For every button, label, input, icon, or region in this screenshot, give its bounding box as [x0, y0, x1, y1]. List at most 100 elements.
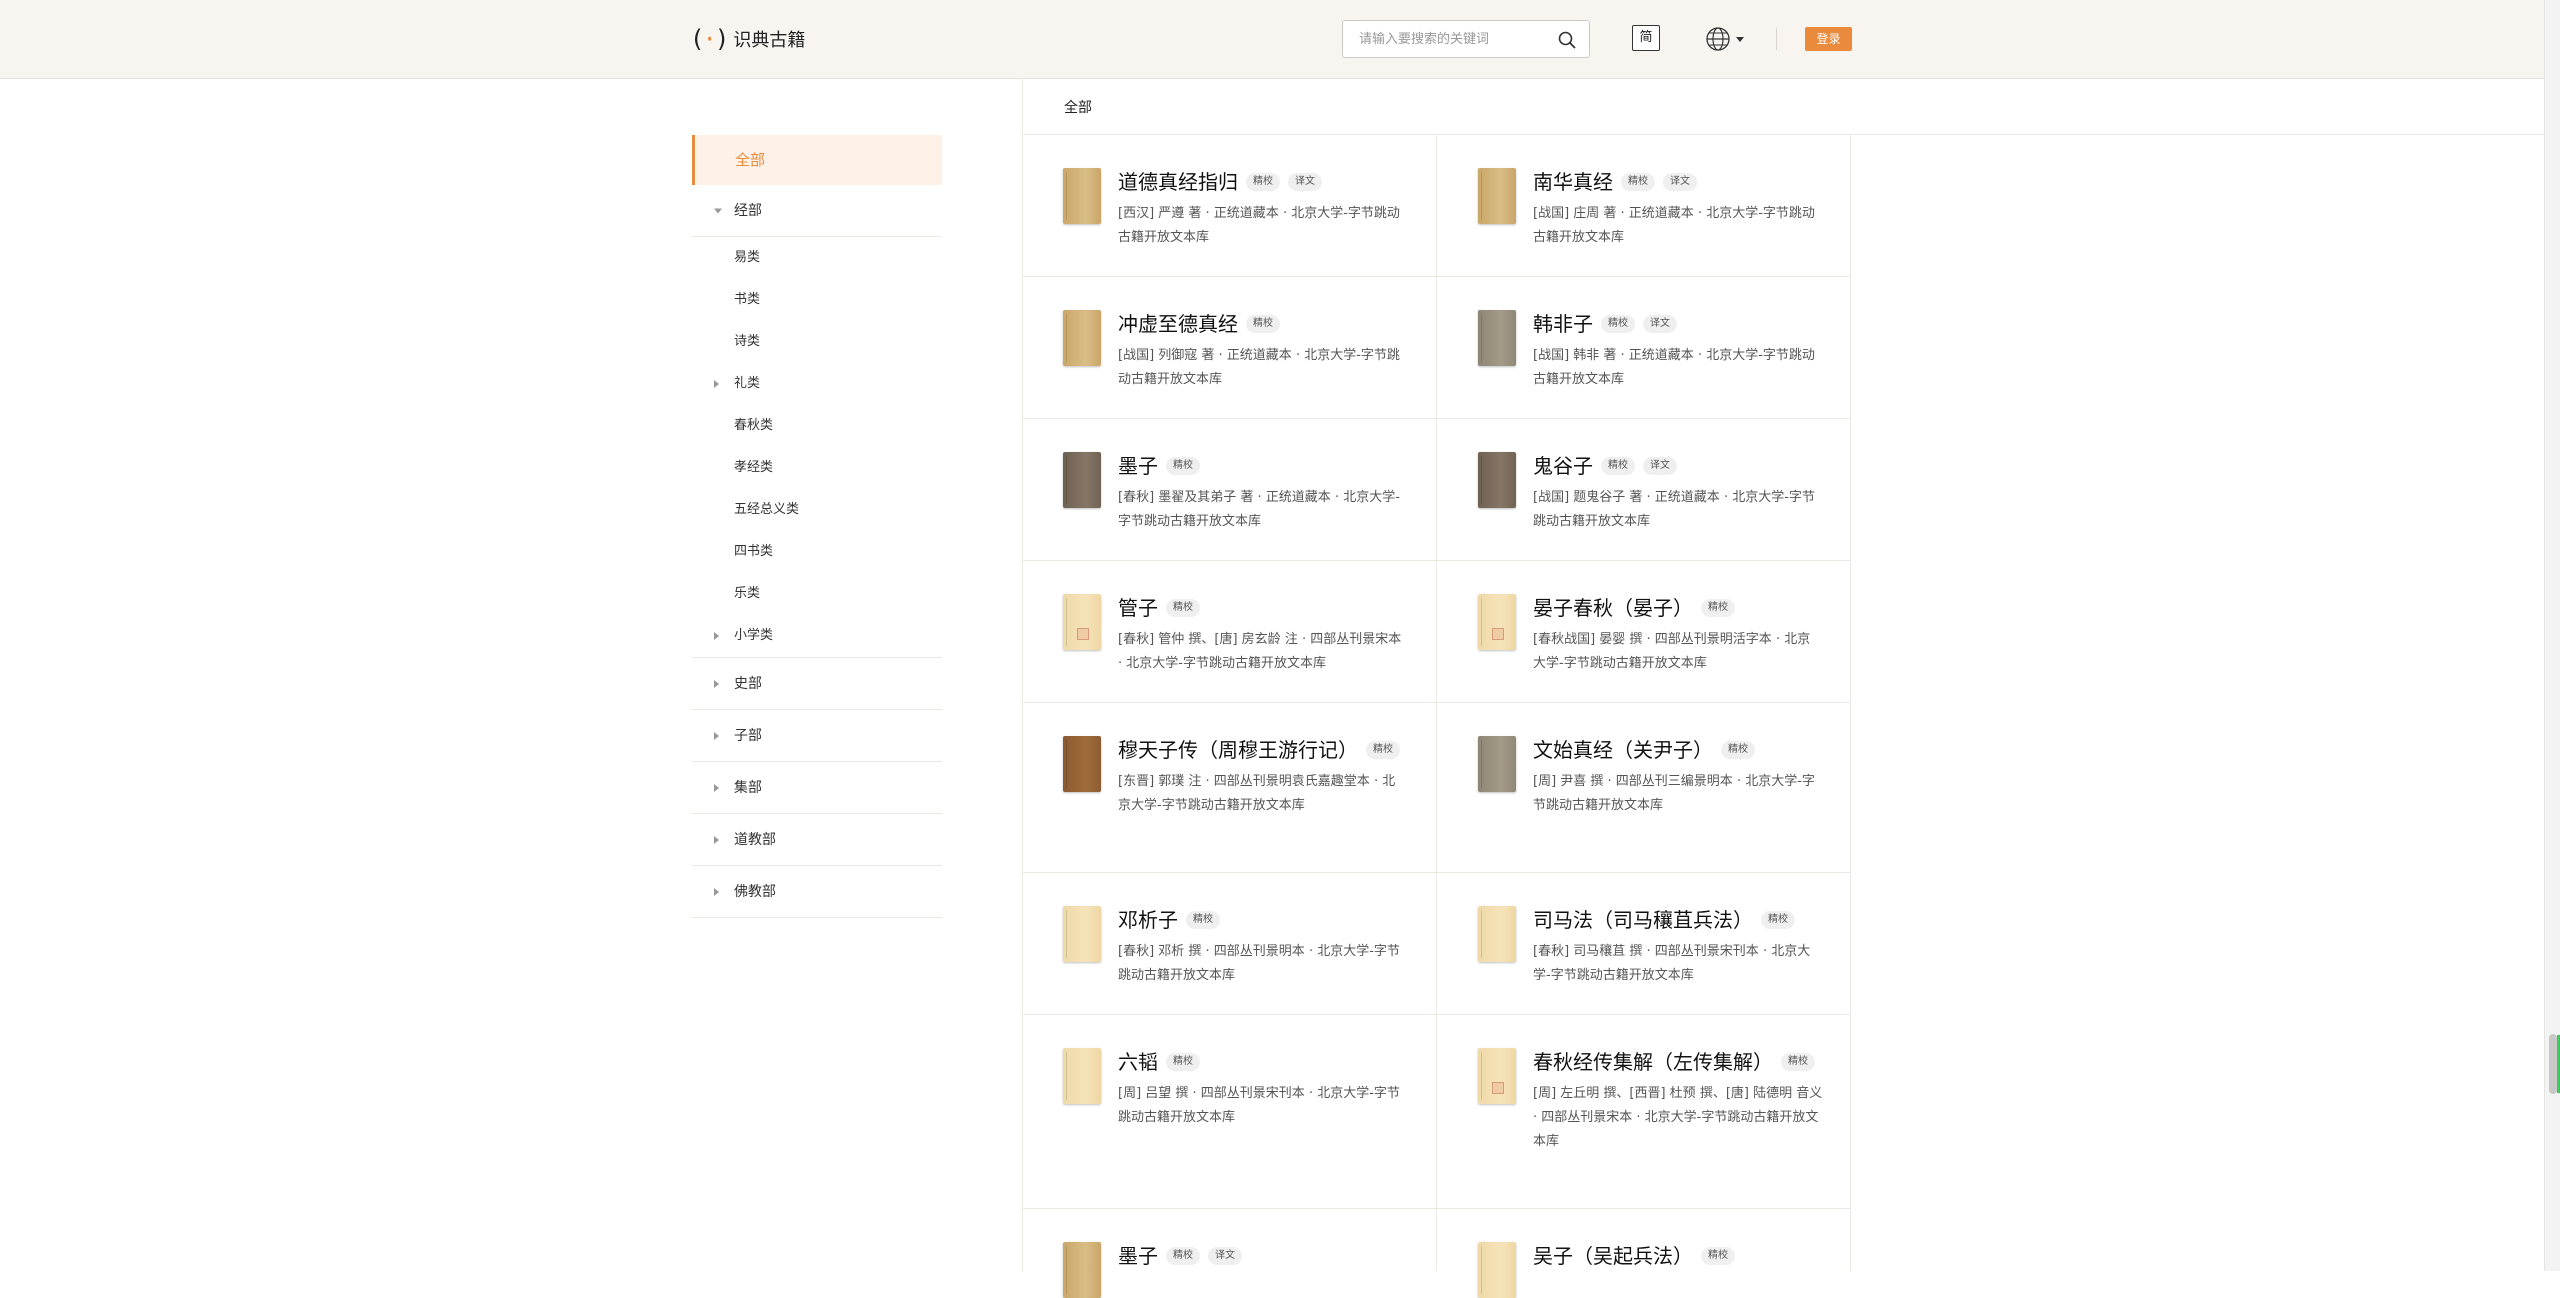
sidebar-item-zi[interactable]: 子部 — [692, 710, 942, 762]
tag-badge: 精校 — [1166, 1053, 1200, 1071]
sidebar-subitem[interactable]: 易类 — [692, 237, 942, 279]
book-cover[interactable] — [1063, 452, 1101, 508]
book-cover[interactable] — [1478, 1048, 1516, 1104]
book-meta: [东晋] 郭璞 注 · 四部丛刊景明袁氏嘉趣堂本 · 北京大学-字节跳动古籍开放… — [1118, 774, 1396, 813]
sidebar-subitem-label: 孝经类 — [734, 460, 774, 475]
book-title[interactable]: 六韬 — [1118, 1048, 1158, 1076]
book-title[interactable]: 文始真经（关尹子） — [1533, 736, 1713, 764]
sidebar-subitem[interactable]: 五经总义类 — [692, 489, 942, 531]
sidebar-item-ji[interactable]: 集部 — [692, 762, 942, 814]
book-cover[interactable] — [1063, 736, 1101, 792]
seal-stamp-icon — [1077, 628, 1089, 640]
sidebar-subitem[interactable]: 孝经类 — [692, 447, 942, 489]
tag-badge: 译文 — [1208, 1247, 1242, 1265]
sidebar-subitem[interactable]: 乐类 — [692, 573, 942, 615]
header-divider — [1776, 28, 1777, 50]
grid-right-border — [1850, 135, 1851, 1271]
sidebar-subitem-label: 乐类 — [734, 586, 761, 601]
sidebar-item-label: 道教部 — [734, 832, 776, 848]
logo-mark-icon: (·) — [690, 25, 729, 53]
book-cover[interactable] — [1063, 168, 1101, 224]
breadcrumb[interactable]: 全部 — [1064, 97, 1092, 117]
book-cover[interactable] — [1478, 1242, 1516, 1298]
scrollbar-thumb[interactable] — [2549, 1034, 2557, 1094]
sidebar-item-shi[interactable]: 史部 — [692, 658, 942, 710]
book-meta: [春秋] 司马穰苴 撰 · 四部丛刊景宋刊本 · 北京大学-字节跳动古籍开放文本… — [1533, 944, 1811, 983]
book-meta: [春秋战国] 晏婴 撰 · 四部丛刊景明活字本 · 北京大学-字节跳动古籍开放文… — [1533, 632, 1811, 671]
book-cover[interactable] — [1063, 1048, 1101, 1104]
tag-badge: 精校 — [1721, 741, 1755, 759]
book-title[interactable]: 道德真经指归 — [1118, 168, 1238, 196]
sidebar-item-jing[interactable]: 经部 — [692, 185, 942, 237]
sidebar-item-all[interactable]: 全部 — [692, 135, 942, 185]
page-scrollbar[interactable] — [2544, 0, 2560, 1271]
book-title[interactable]: 墨子 — [1118, 1242, 1158, 1270]
tag-badge: 精校 — [1366, 741, 1400, 759]
book-meta: [春秋] 管仲 撰、[唐] 房玄龄 注 · 四部丛刊景宋本 · 北京大学-字节跳… — [1118, 632, 1402, 671]
book-title[interactable]: 南华真经 — [1533, 168, 1613, 196]
book-meta: [周] 左丘明 撰、[西晋] 杜预 撰、[唐] 陆德明 音义 · 四部丛刊景宋本… — [1533, 1086, 1823, 1149]
caret-down-icon — [714, 208, 722, 213]
tag-badge: 精校 — [1601, 457, 1635, 475]
book-title[interactable]: 韩非子 — [1533, 310, 1593, 338]
sidebar-subitem[interactable]: 礼类 — [692, 363, 942, 405]
breadcrumb-divider — [1022, 134, 2544, 135]
search-icon[interactable] — [1557, 30, 1577, 50]
sidebar-item-label: 史部 — [734, 676, 762, 692]
tag-badge: 精校 — [1621, 173, 1655, 191]
sidebar-subitem-label: 五经总义类 — [734, 502, 800, 517]
book-title[interactable]: 穆天子传（周穆王游行记） — [1118, 736, 1358, 764]
sidebar-subitem[interactable]: 春秋类 — [692, 405, 942, 447]
book-cover[interactable] — [1478, 310, 1516, 366]
book-cover[interactable] — [1478, 594, 1516, 650]
book-title[interactable]: 晏子春秋（晏子） — [1533, 594, 1693, 622]
book-title[interactable]: 司马法（司马穰苴兵法） — [1533, 906, 1753, 934]
row-divider — [1022, 872, 1851, 873]
book-cover[interactable] — [1063, 1242, 1101, 1298]
sidebar-subitem[interactable]: 诗类 — [692, 321, 942, 363]
globe-icon — [1706, 27, 1730, 51]
book-title[interactable]: 鬼谷子 — [1533, 452, 1593, 480]
book-cover[interactable] — [1063, 310, 1101, 366]
caret-right-icon — [714, 679, 719, 688]
book-cover[interactable] — [1063, 594, 1101, 650]
sidebar-subitem[interactable]: 四书类 — [692, 531, 942, 573]
book-meta: [战国] 列御寇 著 · 正统道藏本 · 北京大学-字节跳动古籍开放文本库 — [1118, 348, 1400, 387]
sidebar-subitem-label: 春秋类 — [734, 418, 774, 433]
search-box[interactable] — [1342, 20, 1590, 58]
tag-badge: 精校 — [1701, 1247, 1735, 1265]
sidebar-subitem-label: 四书类 — [734, 544, 774, 559]
simplified-chinese-button[interactable]: 简 — [1632, 25, 1660, 51]
sidebar-item-dao[interactable]: 道教部 — [692, 814, 942, 866]
sidebar-item-fo[interactable]: 佛教部 — [692, 866, 942, 918]
row-divider — [1022, 1208, 1851, 1209]
sidebar-subitem-label: 书类 — [734, 292, 761, 307]
book-title[interactable]: 邓析子 — [1118, 906, 1178, 934]
sidebar-subitem[interactable]: 书类 — [692, 279, 942, 321]
grid-column-divider — [1436, 135, 1437, 1271]
seal-stamp-icon — [1492, 1082, 1504, 1094]
tag-badge: 精校 — [1761, 911, 1795, 929]
sidebar-subitem-label: 礼类 — [734, 376, 761, 391]
book-cover[interactable] — [1063, 906, 1101, 962]
book-cover[interactable] — [1478, 736, 1516, 792]
book-cover[interactable] — [1478, 452, 1516, 508]
book-title[interactable]: 冲虚至德真经 — [1118, 310, 1238, 338]
site-logo[interactable]: (·) 识典古籍 — [690, 24, 805, 54]
row-divider — [1022, 276, 1851, 277]
language-menu[interactable] — [1705, 24, 1755, 54]
search-input[interactable] — [1343, 21, 1559, 57]
book-cover[interactable] — [1478, 168, 1516, 224]
book-title[interactable]: 吴子（吴起兵法） — [1533, 1242, 1693, 1270]
tag-badge: 译文 — [1643, 315, 1677, 333]
sidebar-subitem[interactable]: 小学类 — [692, 615, 942, 658]
content-left-border — [1022, 78, 1023, 1271]
book-title[interactable]: 墨子 — [1118, 452, 1158, 480]
book-title[interactable]: 管子 — [1118, 594, 1158, 622]
book-title[interactable]: 春秋经传集解（左传集解） — [1533, 1048, 1773, 1076]
tag-badge: 译文 — [1288, 173, 1322, 191]
sidebar-subitem-label: 诗类 — [734, 334, 761, 349]
login-button[interactable]: 登录 — [1805, 27, 1852, 51]
book-cover[interactable] — [1478, 906, 1516, 962]
caret-right-icon — [714, 380, 719, 388]
